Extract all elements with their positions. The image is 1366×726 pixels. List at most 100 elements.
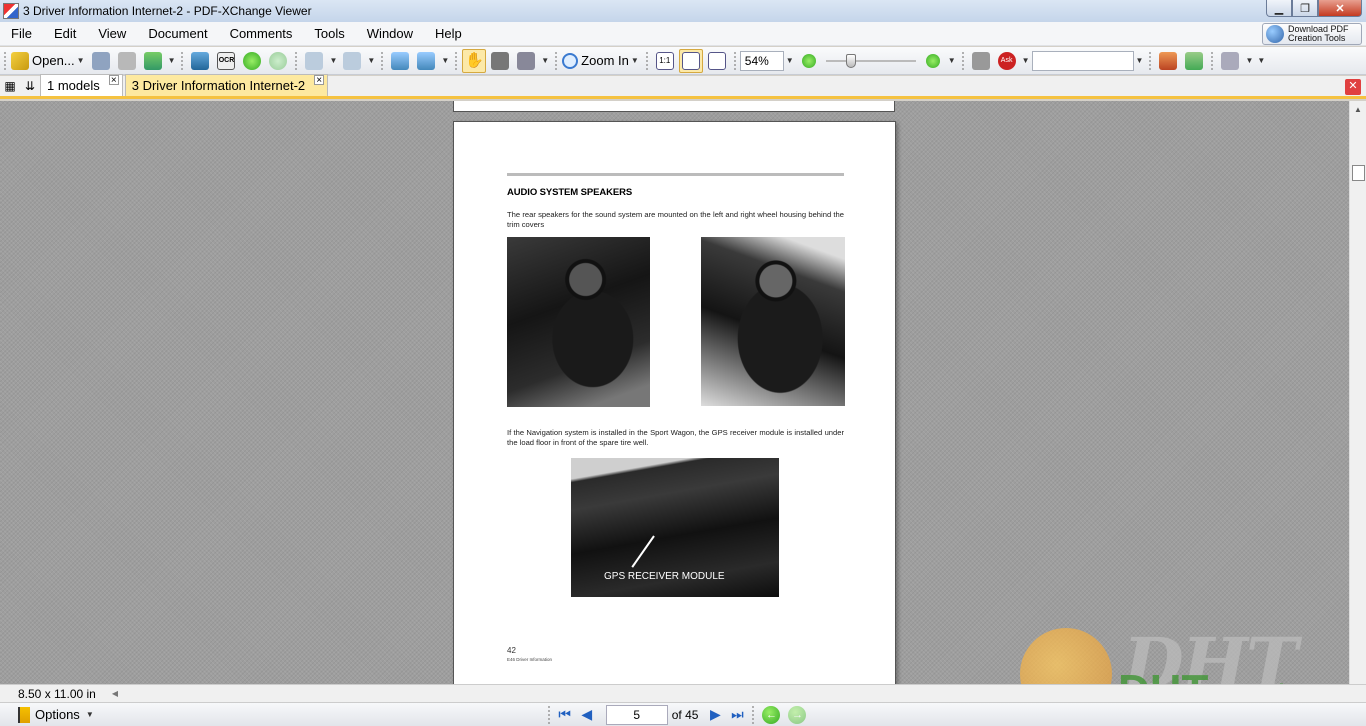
minimize-button[interactable]: ▁ — [1266, 0, 1292, 17]
chevron-down-icon[interactable]: ▼ — [1136, 56, 1144, 65]
scrollbar-thumb[interactable] — [1352, 165, 1365, 181]
zoom-plus-button[interactable] — [921, 49, 945, 73]
search-input[interactable] — [1031, 50, 1134, 71]
export-button[interactable] — [141, 49, 165, 73]
menu-window[interactable]: Window — [356, 22, 424, 46]
chevron-down-icon[interactable]: ▼ — [367, 56, 375, 65]
tab-1-models[interactable]: 1 models × — [40, 74, 123, 96]
current-page-input[interactable] — [605, 704, 668, 725]
save-button[interactable] — [89, 49, 113, 73]
toolbar-grip[interactable] — [454, 50, 459, 71]
download-pdf-tools-button[interactable]: Download PDF Creation Tools — [1262, 23, 1362, 45]
forward-button[interactable] — [266, 49, 290, 73]
tab-driver-information[interactable]: 3 Driver Information Internet-2 × — [124, 74, 329, 96]
tab-list-icon[interactable]: ▦ — [0, 76, 20, 96]
zoom-out-button[interactable] — [797, 49, 821, 73]
toolbar-grip[interactable] — [294, 50, 299, 71]
toolbar-grip[interactable] — [1210, 50, 1215, 71]
toolbar-grip[interactable] — [380, 50, 385, 71]
close-icon[interactable]: × — [314, 75, 325, 86]
history-forward-button[interactable]: → — [788, 705, 807, 724]
close-document-button[interactable]: ✕ — [1345, 79, 1361, 95]
chevron-down-icon[interactable]: ▼ — [329, 56, 337, 65]
zoom-in-label: Zoom In — [581, 53, 629, 68]
title-bar: 3 Driver Information Internet-2 - PDF-XC… — [0, 0, 1366, 22]
toolbar-grip[interactable] — [751, 704, 756, 725]
zoom-slider-track — [825, 59, 916, 62]
tab-sort-icon[interactable]: ⇊ — [20, 76, 40, 96]
history-back-button[interactable]: ← — [762, 705, 781, 724]
back-button[interactable] — [240, 49, 264, 73]
menu-comments[interactable]: Comments — [219, 22, 304, 46]
toolbar-grip[interactable] — [180, 50, 185, 71]
gps-module-photo: GPS RECEIVER MODULE — [571, 458, 779, 597]
toolbar-grip[interactable] — [554, 50, 559, 71]
chevron-down-icon[interactable]: ▼ — [786, 56, 794, 65]
menu-edit[interactable]: Edit — [43, 22, 87, 46]
menu-view[interactable]: View — [87, 22, 137, 46]
fit-page-button[interactable] — [678, 48, 703, 73]
sign-button[interactable] — [1182, 49, 1206, 73]
chevron-down-icon[interactable]: ▼ — [631, 56, 639, 65]
chevron-down-icon[interactable]: ▼ — [77, 56, 85, 65]
chevron-down-icon[interactable]: ▼ — [1022, 56, 1030, 65]
select-text-button[interactable] — [514, 49, 538, 73]
snapshot-button[interactable] — [488, 49, 512, 73]
last-page-button[interactable]: ⏭ — [726, 705, 748, 725]
menu-document[interactable]: Document — [137, 22, 218, 46]
chevron-down-icon[interactable]: ▼ — [86, 710, 94, 719]
next-page-button[interactable]: ▶ — [704, 705, 726, 725]
save-icon — [91, 51, 110, 70]
window-title: 3 Driver Information Internet-2 - PDF-XC… — [23, 4, 312, 18]
undo-button[interactable] — [302, 49, 326, 73]
chevron-down-icon[interactable]: ▼ — [168, 56, 176, 65]
arrow-right-icon — [269, 51, 288, 70]
restore-button[interactable]: ❐ — [1292, 0, 1318, 17]
zoom-slider-thumb[interactable] — [845, 53, 856, 68]
print-button[interactable] — [115, 49, 139, 73]
zoom-slider[interactable] — [825, 51, 916, 71]
chevron-down-icon[interactable]: ▼ — [1245, 56, 1253, 65]
first-page-button[interactable]: ⏮ — [554, 705, 576, 725]
wrench-icon — [1221, 51, 1240, 70]
menu-tools[interactable]: Tools — [303, 22, 355, 46]
zoom-in-button[interactable]: Zoom In ▼ — [562, 49, 641, 73]
close-icon[interactable]: × — [108, 75, 119, 86]
print-icon — [117, 51, 136, 70]
hand-tool-button[interactable]: ✋ — [462, 48, 487, 73]
collapse-arrow-icon[interactable]: ◀ — [112, 689, 118, 698]
toolbar-grip[interactable] — [960, 50, 965, 71]
fit-width-button[interactable] — [705, 49, 729, 73]
chevron-down-icon[interactable]: ▼ — [948, 56, 956, 65]
stamp-button[interactable] — [1156, 49, 1180, 73]
chevron-down-icon[interactable]: ▼ — [441, 56, 449, 65]
redo-button[interactable] — [340, 49, 364, 73]
options-button[interactable]: Options — [35, 707, 80, 722]
previous-page-button[interactable]: ◀ — [576, 705, 598, 725]
stamp-icon — [1159, 51, 1178, 70]
tab-label: 1 models — [47, 78, 100, 93]
ocr-button[interactable]: OCR — [214, 49, 238, 73]
close-window-button[interactable]: ✕ — [1318, 0, 1362, 17]
scroll-up-icon[interactable]: ▲ — [1354, 105, 1362, 114]
rotate-menu-button[interactable] — [414, 49, 438, 73]
menu-help[interactable]: Help — [424, 22, 473, 46]
toolbar-grip[interactable] — [644, 50, 649, 71]
toolbar-grip[interactable] — [546, 704, 551, 725]
chevron-down-icon[interactable]: ▼ — [1257, 56, 1265, 65]
toolbar-grip[interactable] — [3, 50, 7, 71]
find-button[interactable] — [969, 49, 993, 73]
menu-file[interactable]: File — [0, 22, 43, 46]
tools-button[interactable] — [1218, 49, 1242, 73]
ask-button[interactable]: Ask — [995, 49, 1019, 73]
rotate-button[interactable] — [388, 49, 412, 73]
open-button[interactable]: Open... ▼ — [11, 49, 87, 73]
toolbar-grip[interactable] — [1148, 50, 1153, 71]
chevron-down-icon[interactable]: ▼ — [541, 56, 549, 65]
vertical-scrollbar[interactable]: ▲ — [1349, 101, 1366, 684]
toolbar-grip[interactable] — [732, 50, 737, 71]
actual-size-button[interactable]: 1:1 — [653, 49, 677, 73]
zoom-level-field[interactable] — [739, 50, 784, 71]
download-pdf-line2: Creation Tools — [1288, 33, 1346, 43]
properties-button[interactable] — [188, 49, 212, 73]
